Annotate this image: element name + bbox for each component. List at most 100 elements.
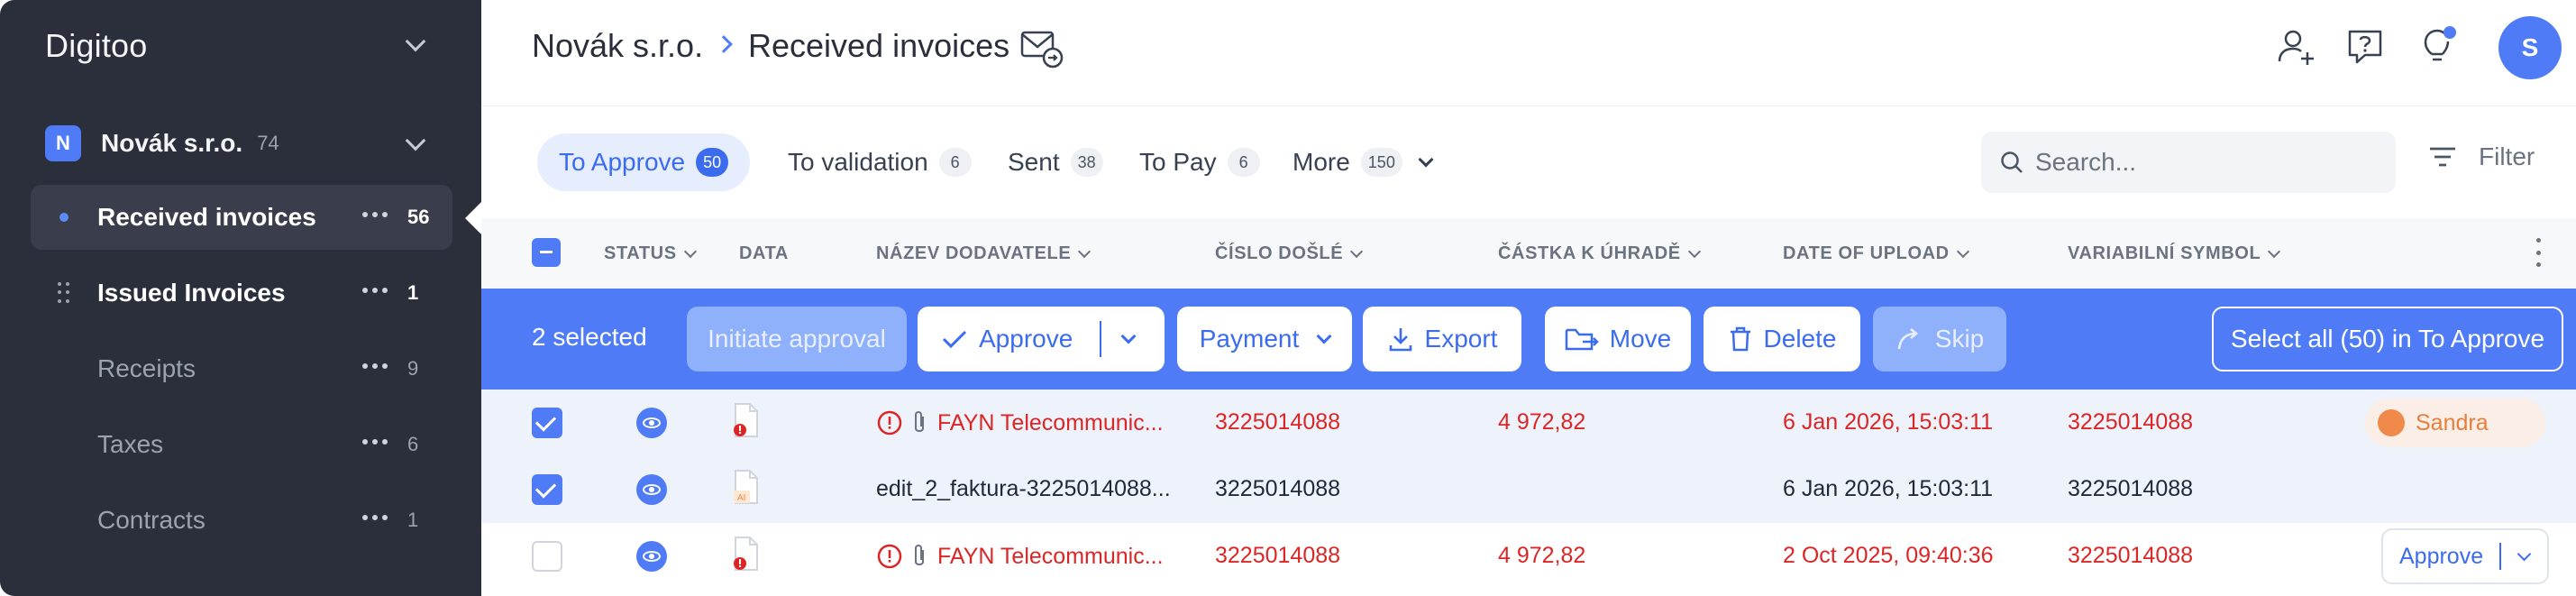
filter-label: Filter (2479, 142, 2535, 170)
download-icon (1389, 328, 1411, 352)
sidebar-item-label: Contracts (97, 506, 206, 534)
eye-icon[interactable] (636, 541, 667, 572)
user-icon (2378, 409, 2405, 436)
column-settings-icon[interactable] (2536, 238, 2542, 267)
move-button[interactable]: Move (1545, 307, 1691, 371)
chevron-down-icon[interactable] (405, 130, 426, 151)
select-all-button[interactable]: Select all (50) in To Approve (2212, 307, 2563, 371)
chevron-down-icon (1956, 244, 1969, 258)
chevron-down-icon (1350, 244, 1364, 258)
active-pointer (465, 200, 481, 236)
invoice-number: 3225014088 (1215, 543, 1341, 568)
more-icon[interactable] (362, 212, 388, 219)
assignee-chip[interactable]: Sandra (2365, 399, 2545, 447)
drag-handle-icon[interactable] (58, 282, 70, 304)
tab-sent[interactable]: Sent 38 (1008, 133, 1103, 191)
initiate-approval-button[interactable]: Initiate approval (687, 307, 907, 371)
lightbulb-icon[interactable] (2419, 25, 2459, 67)
supplier-name: FAYN Telecommunic... (937, 409, 1164, 436)
svg-text:AI: AI (737, 493, 745, 503)
table-row[interactable]: FAYN Telecommunic... 3225014088 4 972,82… (481, 523, 2576, 590)
tab-count: 6 (938, 148, 972, 177)
select-all-checkbox[interactable] (532, 238, 561, 267)
column-status[interactable]: STATUS (604, 243, 697, 264)
invoice-number: 3225014088 (1215, 409, 1341, 435)
row-checkbox[interactable] (532, 408, 562, 438)
avatar[interactable]: S (2498, 16, 2562, 79)
more-icon[interactable] (362, 363, 388, 371)
table-row[interactable]: FAYN Telecommunic... 3225014088 4 972,82… (481, 390, 2576, 456)
column-number[interactable]: ČÍSLO DOŠLÉ (1215, 243, 1364, 264)
sidebar-item-count: 1 (407, 281, 419, 304)
button-label: Initiate approval (708, 325, 886, 353)
column-label: ČÁSTKA K ÚHRADĚ (1498, 243, 1681, 263)
folder-move-icon (1565, 328, 1599, 351)
eye-icon[interactable] (636, 474, 667, 505)
tab-label: To validation (788, 148, 928, 176)
export-button[interactable]: Export (1363, 307, 1521, 371)
row-checkbox[interactable] (532, 474, 562, 505)
row-checkbox[interactable] (532, 541, 562, 572)
tab-label: To Pay (1139, 148, 1217, 176)
more-icon[interactable] (362, 515, 388, 522)
company-switcher[interactable]: N Novák s.r.o. 74 (45, 124, 279, 162)
selected-count: 2 selected (532, 323, 647, 351)
breadcrumb-company[interactable]: Novák s.r.o. (532, 27, 703, 65)
upload-date: 6 Jan 2026, 15:03:11 (1783, 476, 1994, 501)
tab-label: Sent (1008, 148, 1060, 176)
skip-button[interactable]: Skip (1873, 307, 2006, 371)
column-amount[interactable]: ČÁSTKA K ÚHRADĚ (1498, 243, 1701, 264)
more-icon[interactable] (362, 288, 388, 295)
chevron-down-icon (2268, 244, 2281, 258)
skip-icon (1897, 328, 1918, 350)
eye-icon[interactable] (636, 408, 667, 438)
delete-button[interactable]: Delete (1704, 307, 1860, 371)
chevron-down-icon[interactable] (1120, 328, 1137, 344)
more-icon[interactable] (362, 439, 388, 446)
chevron-down-icon[interactable] (405, 31, 426, 52)
paperclip-icon (915, 545, 924, 565)
chevron-down-icon (683, 244, 697, 258)
add-user-icon[interactable] (2277, 27, 2316, 67)
filter-button[interactable]: Filter (2428, 142, 2535, 171)
supplier-cell: FAYN Telecommunic... (876, 409, 1164, 436)
variable-symbol: 3225014088 (2068, 409, 2194, 435)
email-forward-icon[interactable] (1020, 29, 1064, 69)
column-supplier[interactable]: NÁZEV DODAVATELE (876, 243, 1092, 264)
help-icon[interactable] (2345, 27, 2385, 67)
tab-to-pay[interactable]: To Pay 6 (1139, 133, 1260, 191)
check-icon (942, 330, 967, 349)
tab-count: 6 (1227, 148, 1260, 177)
tab-more[interactable]: More 150 (1293, 133, 1434, 191)
company-count: 74 (257, 132, 279, 154)
row-approve-button[interactable]: Approve (2381, 528, 2549, 584)
column-label: STATUS (604, 243, 677, 263)
sidebar-item-issued-invoices[interactable]: Issued Invoices 1 (31, 261, 452, 326)
sidebar-item-received-invoices[interactable]: Received invoices 56 (31, 185, 452, 250)
main-content: Novák s.r.o. Received invoices S To Appr… (481, 0, 2576, 596)
page-title: Received invoices (748, 27, 1010, 64)
button-label: Skip (1934, 325, 1985, 353)
tab-to-approve[interactable]: To Approve 50 (537, 133, 751, 191)
tab-label: To Approve (559, 148, 686, 176)
top-bar: Novák s.r.o. Received invoices S (481, 0, 2576, 106)
sidebar-item-receipts[interactable]: Receipts 9 (31, 336, 452, 401)
sidebar-item-contracts[interactable]: Contracts 1 (31, 488, 452, 553)
payment-button[interactable]: Payment (1177, 307, 1352, 371)
ai-document-icon: AI (734, 470, 758, 504)
chevron-down-icon[interactable] (2517, 546, 2532, 561)
amount: 4 972,82 (1498, 543, 1586, 568)
column-variable-symbol[interactable]: VARIABILNÍ SYMBOL (2068, 243, 2281, 264)
search-input[interactable]: Search... (1981, 132, 2396, 193)
column-date-of-upload[interactable]: DATE OF UPLOAD (1783, 243, 1969, 264)
table-row[interactable]: AI edit_2_faktura-3225014088... 32250140… (481, 456, 2576, 523)
pdf-error-icon (734, 536, 758, 571)
approve-split-button[interactable]: Approve (918, 307, 1165, 371)
button-label: Approve (2399, 543, 2484, 569)
tab-to-validation[interactable]: To validation 6 (788, 133, 972, 191)
paperclip-icon (915, 411, 924, 432)
variable-symbol: 3225014088 (2068, 543, 2194, 568)
column-label: DATE OF UPLOAD (1783, 243, 1950, 263)
column-label: VARIABILNÍ SYMBOL (2068, 243, 2261, 263)
sidebar-item-taxes[interactable]: Taxes 6 (31, 412, 452, 477)
